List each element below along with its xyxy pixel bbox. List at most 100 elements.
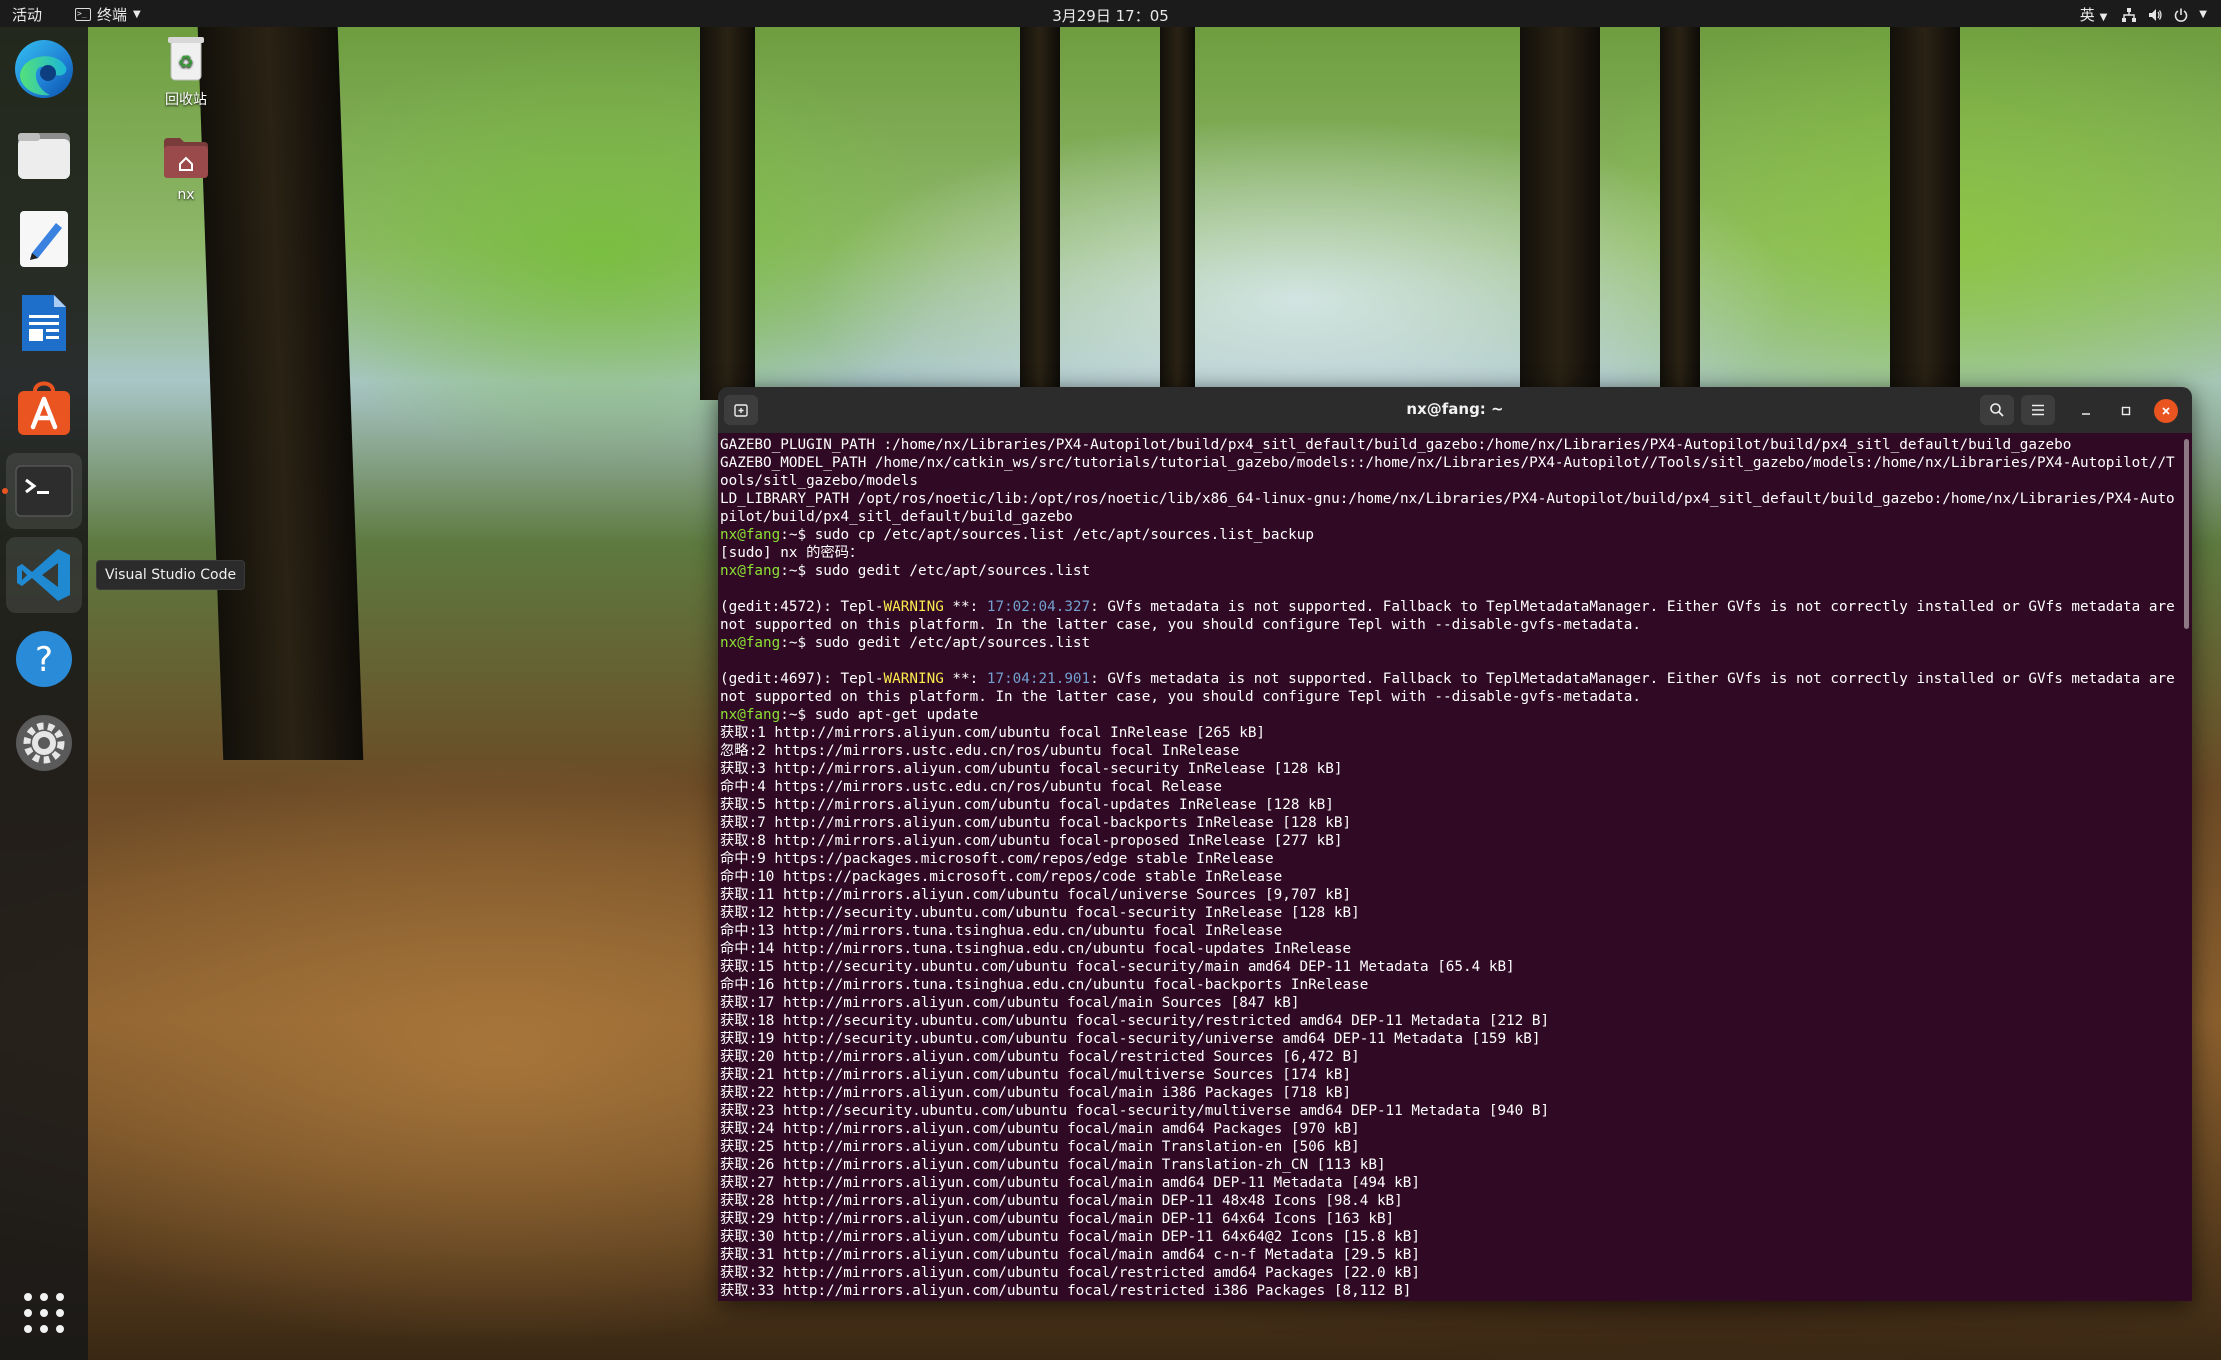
line-text: 命中:14 http://mirrors.tuna.tsinghua.edu.c… xyxy=(720,941,1352,957)
terminal-line: 获取:32 http://mirrors.aliyun.com/ubuntu f… xyxy=(720,1264,2178,1282)
line-text: 获取:11 http://mirrors.aliyun.com/ubuntu f… xyxy=(720,887,1352,903)
log-timestamp: 17:04:21.901 xyxy=(986,671,1091,687)
vscode-icon xyxy=(17,549,70,601)
dock-item-settings[interactable] xyxy=(6,705,82,781)
dock-item-ubuntu-software[interactable] xyxy=(6,369,82,445)
terminal-line: 获取:11 http://mirrors.aliyun.com/ubuntu f… xyxy=(720,886,2178,904)
line-text: 获取:5 http://mirrors.aliyun.com/ubuntu fo… xyxy=(720,797,1334,813)
line-text: GAZEBO_MODEL_PATH /home/nx/catkin_ws/src… xyxy=(720,455,2175,489)
terminal-line: 获取:5 http://mirrors.aliyun.com/ubuntu fo… xyxy=(720,796,2178,814)
network-icon xyxy=(2122,7,2137,22)
clock-container: 3月29日 17：05 xyxy=(0,5,2221,26)
app-grid-icon xyxy=(24,1293,64,1333)
search-icon xyxy=(1990,403,2004,417)
terminal-line: LD_LIBRARY_PATH /opt/ros/noetic/lib:/opt… xyxy=(720,490,2178,526)
terminal-line: nx@fang:~$ sudo gedit /etc/apt/sources.l… xyxy=(720,634,2178,652)
line-text: 获取:25 http://mirrors.aliyun.com/ubuntu f… xyxy=(720,1139,1360,1155)
terminal-icon: >_ xyxy=(75,8,91,21)
help-icon: ? xyxy=(16,631,72,687)
terminal-line: 获取:18 http://security.ubuntu.com/ubuntu … xyxy=(720,1012,2178,1030)
line-text: 忽略:2 https://mirrors.ustc.edu.cn/ros/ubu… xyxy=(720,743,1240,759)
terminal-line: 命中:9 https://packages.microsoft.com/repo… xyxy=(720,850,2178,868)
terminal-line: GAZEBO_PLUGIN_PATH :/home/nx/Libraries/P… xyxy=(720,436,2178,454)
maximize-button[interactable] xyxy=(2114,399,2138,423)
search-button[interactable] xyxy=(1980,395,2014,425)
line-text: 命中:4 https://mirrors.ustc.edu.cn/ros/ubu… xyxy=(720,779,1223,795)
activities-button[interactable]: 活动 xyxy=(12,4,42,25)
line-text: GAZEBO_PLUGIN_PATH :/home/nx/Libraries/P… xyxy=(720,437,2072,453)
log-prefix: (gedit:4697): Tepl- xyxy=(720,671,884,687)
prompt-user-host: nx@fang xyxy=(720,707,781,723)
terminal-line: 获取:1 http://mirrors.aliyun.com/ubuntu fo… xyxy=(720,724,2178,742)
log-separator: **: xyxy=(943,599,987,615)
line-text: 获取:8 http://mirrors.aliyun.com/ubuntu fo… xyxy=(720,833,1343,849)
line-text: 获取:7 http://mirrors.aliyun.com/ubuntu fo… xyxy=(720,815,1352,831)
dock: ? xyxy=(0,27,88,1360)
line-text: 获取:19 http://security.ubuntu.com/ubuntu … xyxy=(720,1031,1541,1047)
terminal-line: 获取:19 http://security.ubuntu.com/ubuntu … xyxy=(720,1030,2178,1048)
app-menu-terminal[interactable]: >_ 终端 ▼ xyxy=(75,4,141,25)
dock-item-files[interactable] xyxy=(6,117,82,193)
terminal-line: 忽略:2 https://mirrors.ustc.edu.cn/ros/ubu… xyxy=(720,742,2178,760)
line-text: 获取:30 http://mirrors.aliyun.com/ubuntu f… xyxy=(720,1229,1420,1245)
trash-icon: ♻ xyxy=(168,37,204,81)
terminal-line: 获取:29 http://mirrors.aliyun.com/ubuntu f… xyxy=(720,1210,2178,1228)
terminal-line: 获取:7 http://mirrors.aliyun.com/ubuntu fo… xyxy=(720,814,2178,832)
prompt-path: :~$ xyxy=(780,563,807,579)
terminal-line: 命中:13 http://mirrors.tuna.tsinghua.edu.c… xyxy=(720,922,2178,940)
line-text: 获取:23 http://security.ubuntu.com/ubuntu … xyxy=(720,1103,1550,1119)
terminal-line: 命中:10 https://packages.microsoft.com/rep… xyxy=(720,868,2178,886)
terminal-line: (gedit:4697): Tepl-WARNING **: 17:04:21.… xyxy=(720,670,2178,706)
power-icon xyxy=(2175,8,2188,22)
close-icon xyxy=(2162,407,2170,415)
desktop-icon-label: nx xyxy=(177,187,195,203)
status-menu[interactable]: ▼ xyxy=(2121,7,2207,23)
clock[interactable]: 3月29日 17：05 xyxy=(1052,7,1169,25)
line-text: 命中:16 http://mirrors.tuna.tsinghua.edu.c… xyxy=(720,977,1369,993)
line-text: sudo apt-get update xyxy=(806,707,979,723)
edge-icon xyxy=(15,40,73,98)
line-text: 获取:3 http://mirrors.aliyun.com/ubuntu fo… xyxy=(720,761,1343,777)
menu-button[interactable] xyxy=(2021,395,2055,425)
dock-item-visual-studio-code[interactable] xyxy=(6,537,82,613)
minimize-button[interactable] xyxy=(2074,399,2098,423)
close-button[interactable] xyxy=(2154,399,2178,423)
window-title: nx@fang: ~ xyxy=(1406,400,1504,418)
dock-item-libreoffice-writer[interactable] xyxy=(6,285,82,361)
terminal-line: nx@fang:~$ sudo gedit /etc/apt/sources.l… xyxy=(720,562,2178,580)
home-folder-icon xyxy=(164,138,208,178)
line-text: 获取:33 http://mirrors.aliyun.com/ubuntu f… xyxy=(720,1283,1412,1299)
svg-text:?: ? xyxy=(35,640,53,680)
terminal-window[interactable]: nx@fang: ~ GAZEBO_PLUGIN_PATH :/home/nx/… xyxy=(718,387,2192,1301)
line-text: 获取:31 http://mirrors.aliyun.com/ubuntu f… xyxy=(720,1247,1420,1263)
desktop-icon-trash[interactable]: ♻ 回收站 xyxy=(141,34,231,109)
dock-item-microsoft-edge[interactable] xyxy=(6,31,82,107)
maximize-icon xyxy=(2121,406,2131,416)
text-editor-icon xyxy=(20,211,68,267)
dock-item-text-editor[interactable] xyxy=(6,201,82,277)
prompt-user-host: nx@fang xyxy=(720,635,781,651)
terminal-line: 获取:20 http://mirrors.aliyun.com/ubuntu f… xyxy=(720,1048,2178,1066)
minimize-icon xyxy=(2082,413,2090,415)
terminal-output[interactable]: GAZEBO_PLUGIN_PATH :/home/nx/Libraries/P… xyxy=(718,433,2192,1301)
terminal-line: 获取:17 http://mirrors.aliyun.com/ubuntu f… xyxy=(720,994,2178,1012)
terminal-line: 获取:33 http://mirrors.aliyun.com/ubuntu f… xyxy=(720,1282,2178,1300)
terminal-header-bar[interactable]: nx@fang: ~ xyxy=(718,387,2192,433)
volume-icon xyxy=(2149,8,2162,21)
log-separator: **: xyxy=(943,671,987,687)
dock-item-terminal[interactable] xyxy=(6,453,82,529)
line-text: 获取:22 http://mirrors.aliyun.com/ubuntu f… xyxy=(720,1085,1352,1101)
prompt-user-host: nx@fang xyxy=(720,563,781,579)
line-text: [sudo] nx 的密码： xyxy=(720,545,864,561)
line-text: sudo cp /etc/apt/sources.list /etc/apt/s… xyxy=(806,527,1314,543)
running-indicator xyxy=(2,488,8,494)
dock-item-show-applications[interactable] xyxy=(6,1275,82,1351)
desktop-icon-home[interactable]: nx xyxy=(141,134,231,203)
terminal-scrollbar[interactable] xyxy=(2184,439,2189,629)
dock-item-help[interactable]: ? xyxy=(6,621,82,697)
line-text: 命中:9 https://packages.microsoft.com/repo… xyxy=(720,851,1274,867)
prompt-path: :~$ xyxy=(780,635,807,651)
terminal-icon xyxy=(15,465,73,517)
input-method-indicator[interactable]: 英 ▼ xyxy=(2080,4,2108,25)
line-text: 获取:29 http://mirrors.aliyun.com/ubuntu f… xyxy=(720,1211,1395,1227)
